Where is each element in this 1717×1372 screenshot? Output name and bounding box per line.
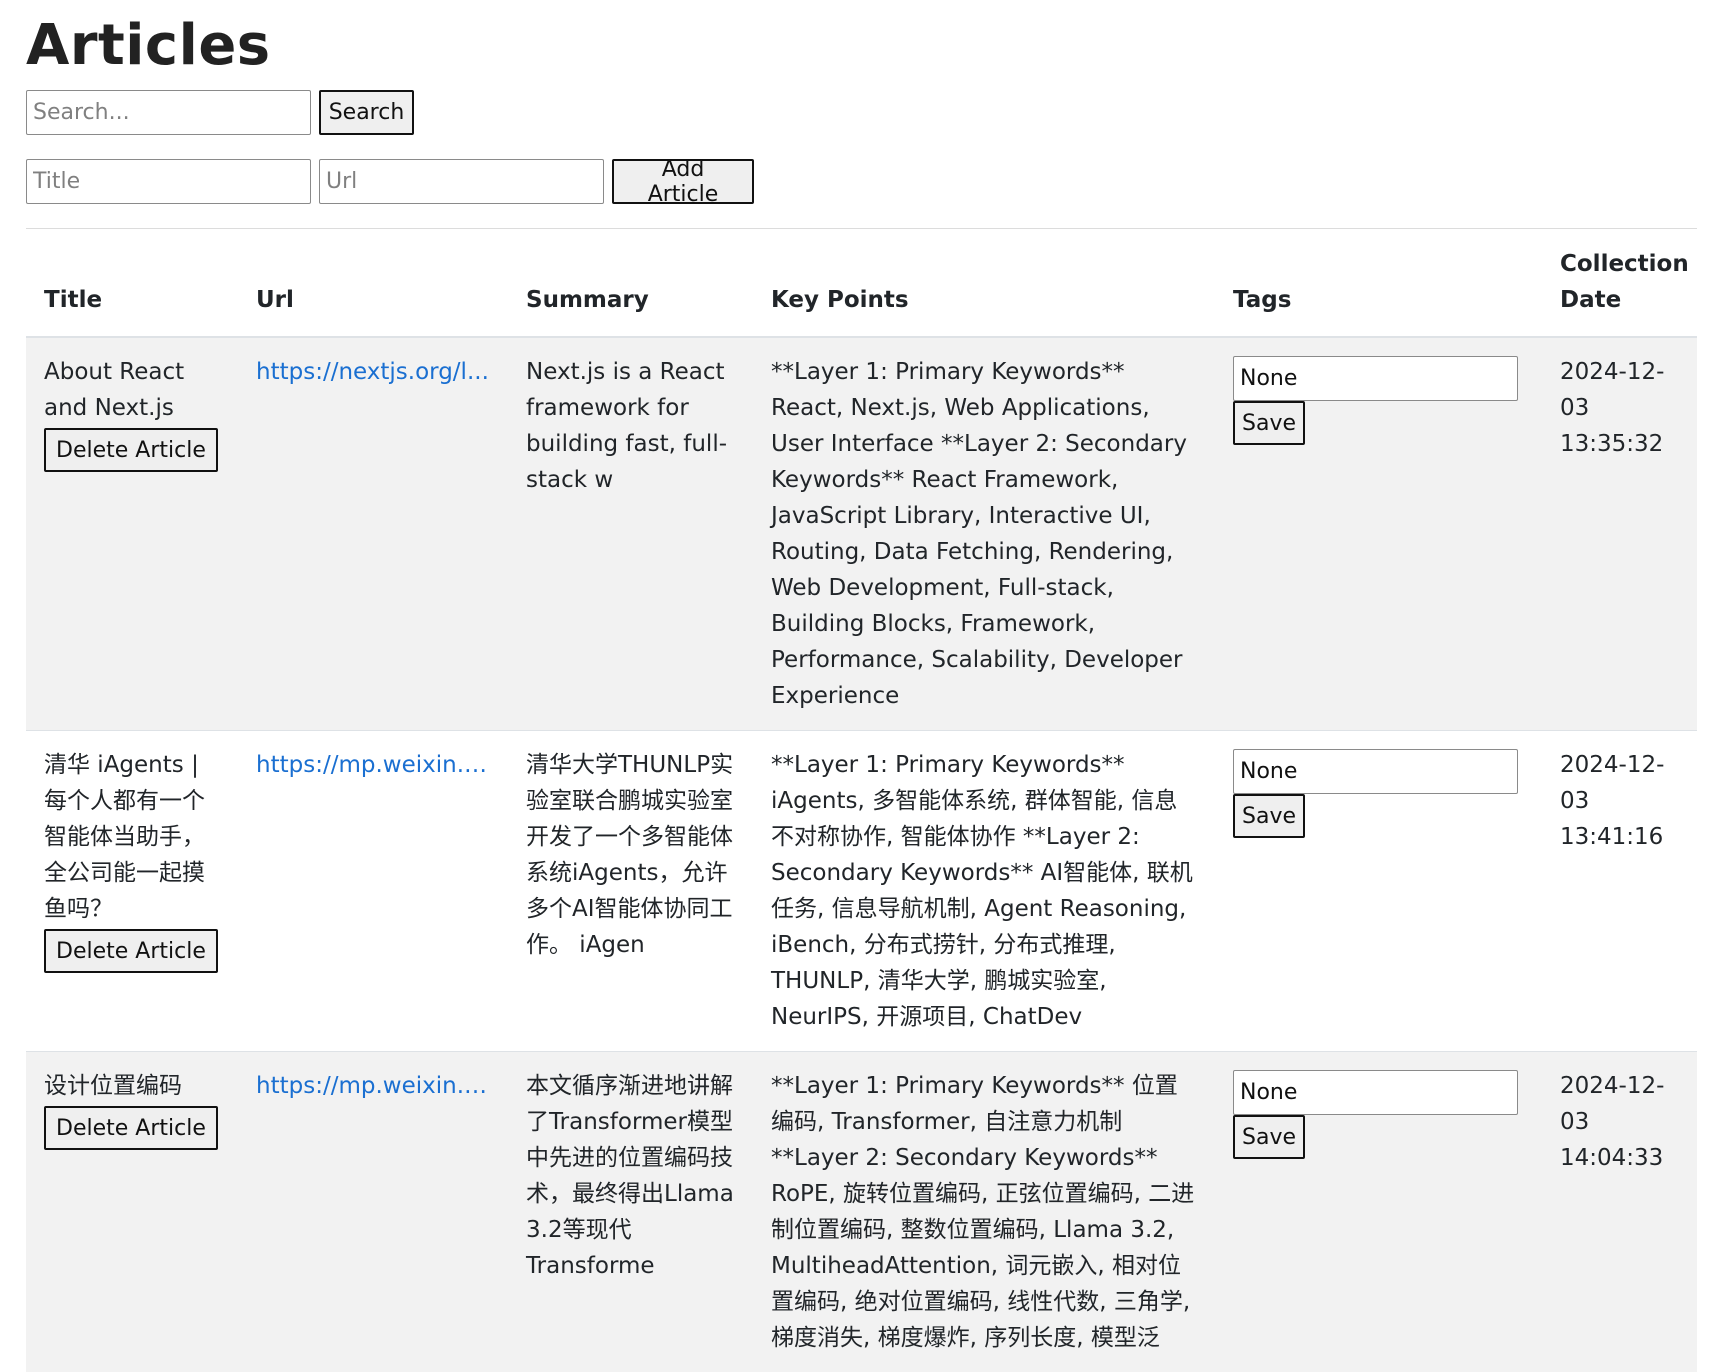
search-bar: Search [26,90,414,135]
article-title: 设计位置编码 [44,1068,220,1104]
article-url-link[interactable]: https://mp.weixin.qq... [256,1068,490,1104]
tags-input[interactable] [1233,749,1518,794]
url-cell: https://mp.weixin.qq... [238,731,508,1052]
url-input[interactable] [319,159,604,204]
tags-input[interactable] [1233,356,1518,401]
key-points-cell: **Layer 1: Primary Keywords** React, Nex… [753,337,1215,731]
search-button[interactable]: Search [319,90,414,135]
article-url-link[interactable]: https://mp.weixin.qq... [256,747,490,783]
articles-table: Title Url Summary Key Points Tags Collec… [26,236,1697,1372]
tags-cell: Save [1215,731,1542,1052]
title-cell: 清华 iAgents | 每个人都有一个智能体当助手，全公司能一起摸鱼吗？ De… [26,731,238,1052]
save-tags-button[interactable]: Save [1233,1115,1305,1159]
summary-cell: Next.js is a React framework for buildin… [508,337,753,731]
tags-cell: Save [1215,337,1542,731]
article-title: 清华 iAgents | 每个人都有一个智能体当助手，全公司能一起摸鱼吗？ [44,747,220,927]
divider [26,228,1697,229]
delete-article-button[interactable]: Delete Article [44,428,218,472]
save-tags-button[interactable]: Save [1233,401,1305,445]
key-points-cell: **Layer 1: Primary Keywords** iAgents, 多… [753,731,1215,1052]
page-title: Articles [26,10,271,82]
save-tags-button[interactable]: Save [1233,794,1305,838]
delete-article-button[interactable]: Delete Article [44,929,218,973]
tags-input[interactable] [1233,1070,1518,1115]
article-title: About React and Next.js [44,354,220,426]
add-article-button[interactable]: Add Article [612,159,754,204]
article-url-link[interactable]: https://nextjs.org/l... [256,354,490,390]
summary-cell: 清华大学THUNLP实验室联合鹏城实验室开发了一个多智能体系统iAgents，允… [508,731,753,1052]
search-input[interactable] [26,90,311,135]
header-tags: Tags [1215,236,1542,337]
header-summary: Summary [508,236,753,337]
title-cell: About React and Next.js Delete Article [26,337,238,731]
table-header-row: Title Url Summary Key Points Tags Collec… [26,236,1697,337]
table-row: 清华 iAgents | 每个人都有一个智能体当助手，全公司能一起摸鱼吗？ De… [26,731,1697,1052]
header-key-points: Key Points [753,236,1215,337]
title-input[interactable] [26,159,311,204]
header-title: Title [26,236,238,337]
add-article-form: Add Article [26,159,754,204]
header-collection-date: Collection Date [1542,236,1697,337]
delete-article-button[interactable]: Delete Article [44,1106,218,1150]
url-cell: https://nextjs.org/l... [238,337,508,731]
collection-date-cell: 2024-12-03 13:41:16 [1542,731,1697,1052]
header-url: Url [238,236,508,337]
collection-date-cell: 2024-12-03 13:35:32 [1542,337,1697,731]
table-row: About React and Next.js Delete Article h… [26,337,1697,731]
